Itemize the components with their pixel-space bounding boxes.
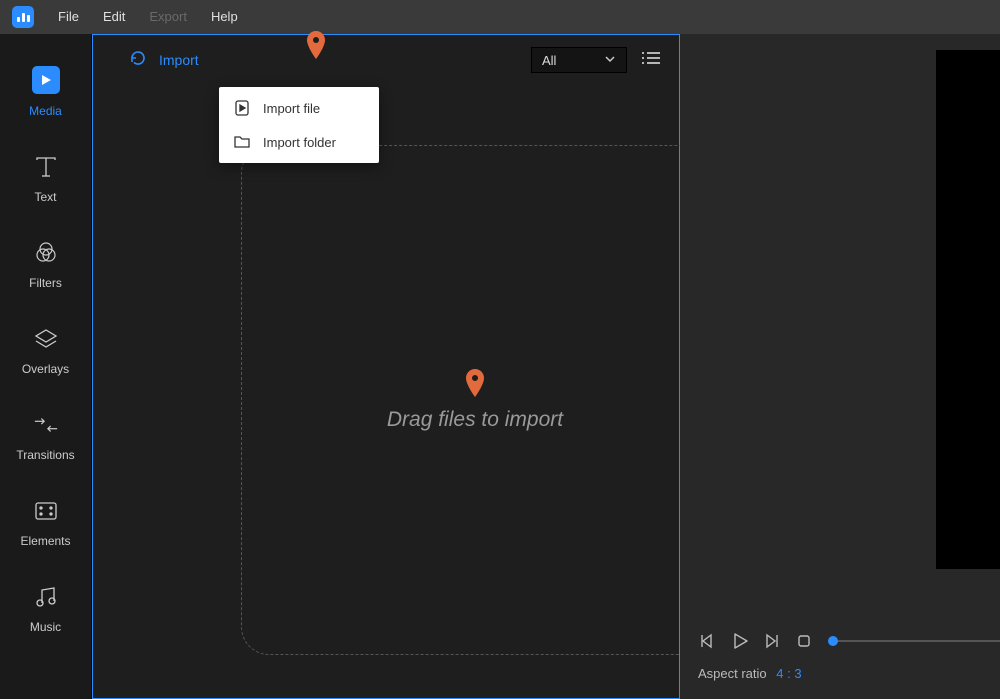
import-file-label: Import file [263, 101, 320, 116]
menu-edit[interactable]: Edit [91, 0, 137, 34]
menu-help[interactable]: Help [199, 0, 250, 34]
prev-frame-button[interactable] [698, 631, 718, 651]
sidebar-item-label: Transitions [16, 448, 74, 462]
folder-icon [233, 133, 251, 151]
dropzone-text: Drag files to import [387, 408, 563, 432]
import-button[interactable]: Import [159, 52, 199, 68]
import-file-menuitem[interactable]: Import file [219, 91, 379, 125]
sidebar-item-media[interactable]: Media [0, 48, 92, 136]
sidebar-item-label: Overlays [22, 362, 69, 376]
transition-icon [33, 412, 59, 438]
import-folder-label: Import folder [263, 135, 336, 150]
file-play-icon [233, 99, 251, 117]
stop-button[interactable] [794, 631, 814, 651]
sidebar-item-filters[interactable]: Filters [0, 222, 92, 308]
media-filter-value: All [542, 53, 556, 68]
media-dropzone[interactable]: Drag files to import [241, 145, 709, 655]
sidebar-item-label: Elements [20, 534, 70, 548]
seek-handle[interactable] [828, 636, 838, 646]
menu-bar: File Edit Export Help [0, 0, 1000, 34]
map-pin-icon [466, 369, 484, 402]
seek-track[interactable] [832, 640, 1000, 642]
menu-file[interactable]: File [46, 0, 91, 34]
aspect-ratio-label: Aspect ratio [698, 666, 767, 681]
text-icon [33, 154, 59, 180]
import-folder-menuitem[interactable]: Import folder [219, 125, 379, 159]
sidebar-item-transitions[interactable]: Transitions [0, 394, 92, 480]
sidebar: Media Text Filters O [0, 34, 92, 699]
app-logo [12, 6, 34, 28]
preview-viewport [936, 50, 1000, 569]
map-pin-icon [307, 31, 325, 64]
import-dropdown-menu: Import file Import folder [219, 87, 379, 163]
main-layout: Media Text Filters O [0, 34, 1000, 699]
sidebar-item-label: Text [34, 190, 56, 204]
play-media-icon [32, 66, 60, 94]
sidebar-item-label: Media [29, 104, 62, 118]
play-button[interactable] [730, 631, 750, 651]
aspect-ratio-display: Aspect ratio 4 : 3 [698, 666, 802, 681]
list-view-toggle[interactable] [641, 49, 661, 72]
music-icon [33, 584, 59, 610]
sidebar-item-music[interactable]: Music [0, 566, 92, 652]
sidebar-item-overlays[interactable]: Overlays [0, 308, 92, 394]
aspect-ratio-value[interactable]: 4 : 3 [776, 666, 801, 681]
sidebar-item-label: Music [30, 620, 61, 634]
sidebar-item-text[interactable]: Text [0, 136, 92, 222]
elements-icon [33, 498, 59, 524]
chevron-down-icon [604, 53, 616, 68]
preview-panel: Aspect ratio 4 : 3 [680, 34, 1000, 699]
media-panel-toolbar: Import All [93, 35, 679, 85]
media-panel: Import All [92, 34, 680, 699]
media-filter-select[interactable]: All [531, 47, 627, 73]
next-frame-button[interactable] [762, 631, 782, 651]
sidebar-item-label: Filters [29, 276, 62, 290]
player-controls [698, 631, 814, 651]
venn-icon [33, 240, 59, 266]
menu-export: Export [137, 0, 199, 34]
layers-icon [33, 326, 59, 352]
refresh-icon[interactable] [129, 49, 147, 72]
sidebar-item-elements[interactable]: Elements [0, 480, 92, 566]
